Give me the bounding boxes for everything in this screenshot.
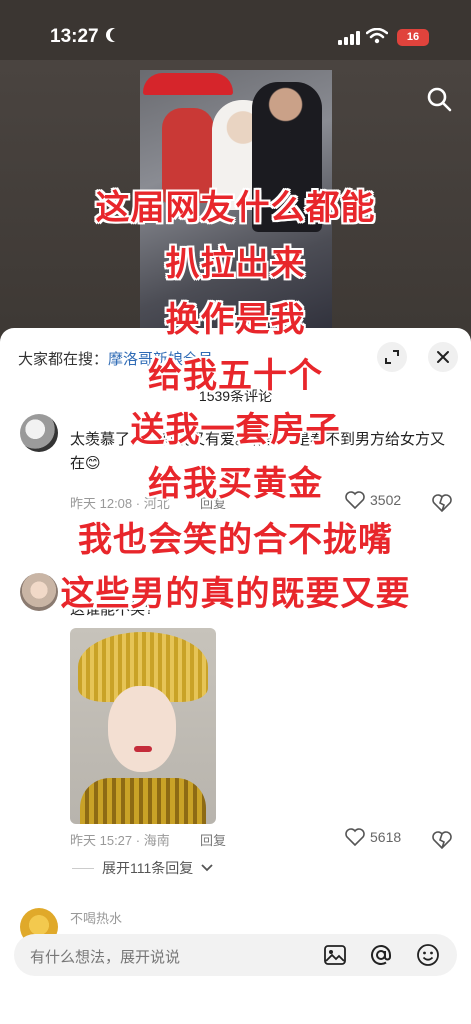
like-count: 3502 bbox=[370, 492, 402, 508]
at-icon[interactable] bbox=[369, 943, 393, 967]
face-shape bbox=[108, 686, 176, 772]
like-button[interactable]: 5618 bbox=[345, 828, 401, 846]
chevron-down-icon bbox=[201, 864, 213, 872]
comment-sheet: 大家都在搜：摩洛哥新娘全员 1539条评论 太羡慕了，又有钱又有爱。有些人是看不… bbox=[0, 328, 471, 1024]
close-button[interactable] bbox=[428, 342, 458, 372]
video-figure bbox=[162, 108, 214, 203]
avatar[interactable] bbox=[20, 573, 58, 611]
expand-replies-button[interactable]: 展开111条回复 bbox=[72, 858, 213, 878]
avatar[interactable] bbox=[20, 414, 58, 452]
image-icon[interactable] bbox=[323, 943, 347, 967]
expand-icon bbox=[385, 350, 399, 364]
expand-button[interactable] bbox=[377, 342, 407, 372]
video-figure bbox=[252, 82, 322, 232]
dislike-icon[interactable] bbox=[432, 830, 452, 850]
comment-time-location: 昨天 12:08 · 河北 bbox=[70, 496, 170, 511]
reply-button[interactable]: 回复 bbox=[200, 493, 226, 512]
battery-indicator: 16 bbox=[397, 29, 429, 46]
comment-input[interactable]: 有什么想法，展开说说 bbox=[30, 946, 180, 967]
close-icon bbox=[437, 351, 449, 363]
lips-shape bbox=[134, 746, 152, 752]
expand-replies-label: 展开111条回复 bbox=[102, 860, 194, 876]
heart-icon bbox=[345, 491, 365, 509]
comment-text[interactable]: 太羡慕了，又有钱又有爱。有些人是看不到男方给女方又在😊 bbox=[70, 428, 455, 476]
like-button[interactable]: 3502 bbox=[345, 491, 401, 509]
moon-icon bbox=[110, 28, 124, 42]
divider-line bbox=[72, 867, 94, 869]
reply-button[interactable]: 回复 bbox=[200, 830, 226, 849]
comment-count: 1539条评论 bbox=[198, 388, 273, 404]
search-suggestion[interactable]: 大家都在搜：摩洛哥新娘全员 bbox=[18, 348, 213, 369]
comment-input-bar[interactable]: 有什么想法，展开说说 bbox=[14, 934, 457, 976]
comment-text[interactable]: 这谁能不笑? bbox=[70, 598, 153, 622]
status-time: 13:27 bbox=[50, 26, 99, 47]
signal-icon bbox=[338, 31, 360, 45]
red-umbrella bbox=[143, 73, 233, 95]
necklace-shape bbox=[80, 778, 206, 824]
dislike-icon[interactable] bbox=[432, 493, 452, 513]
emoji-icon[interactable] bbox=[416, 943, 440, 967]
wifi-icon bbox=[366, 28, 388, 44]
search-prefix: 大家都在搜： bbox=[18, 351, 109, 368]
search-term[interactable]: 摩洛哥新娘 bbox=[108, 351, 183, 368]
comment-time-location: 昨天 15:27 · 海南 bbox=[70, 833, 170, 848]
search-icon[interactable] bbox=[426, 86, 452, 112]
comment-author[interactable]: 不喝热水 bbox=[70, 908, 122, 927]
heart-icon bbox=[345, 828, 365, 846]
search-suffix[interactable]: 全员 bbox=[183, 351, 213, 368]
video-player[interactable] bbox=[140, 70, 332, 340]
like-count: 5618 bbox=[370, 829, 402, 845]
comment-image[interactable] bbox=[70, 628, 216, 824]
